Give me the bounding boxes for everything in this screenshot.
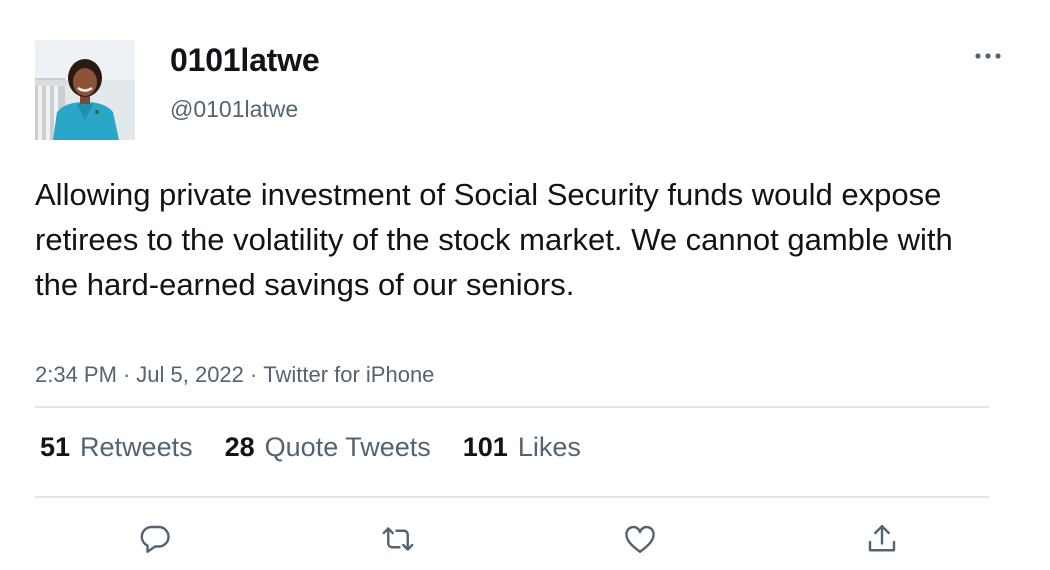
quote-tweets-stat[interactable]: 28 Quote Tweets [225,432,431,463]
quote-tweets-count: 28 [224,432,255,462]
likes-stat[interactable]: 101 Likes [463,432,581,463]
share-button[interactable] [862,519,902,559]
retweets-stat[interactable]: 51 Retweets [40,432,193,463]
likes-label: Likes [517,432,581,462]
retweets-label: Retweets [80,432,193,462]
share-icon [864,521,900,557]
divider [35,496,989,498]
likes-count: 101 [462,432,508,462]
divider [35,406,989,408]
avatar[interactable] [35,40,135,140]
retweet-icon [379,521,417,557]
tweet-date[interactable]: Jul 5, 2022 [136,362,244,387]
like-button[interactable] [620,519,660,559]
retweet-button[interactable] [378,519,418,559]
quote-tweets-label: Quote Tweets [264,432,431,462]
tweet-source[interactable]: Twitter for iPhone [263,362,434,387]
user-handle[interactable]: @0101latwe [170,96,298,123]
tweet-text: Allowing private investment of Social Se… [35,177,953,302]
retweets-count: 51 [40,432,71,462]
reply-icon [137,521,173,557]
tweet-time[interactable]: 2:34 PM [35,362,117,387]
heart-icon [622,521,658,557]
reply-button[interactable] [135,519,175,559]
more-horizontal-icon[interactable] [972,46,1004,66]
meta-separator: · [122,362,131,387]
tweet-stats: 51 Retweets 28 Quote Tweets 101 Likes [40,432,613,463]
meta-separator: · [249,362,258,387]
tweet-meta: 2:34 PM · Jul 5, 2022 · Twitter for iPhone [35,362,434,388]
display-name[interactable]: 0101latwe [170,42,320,79]
